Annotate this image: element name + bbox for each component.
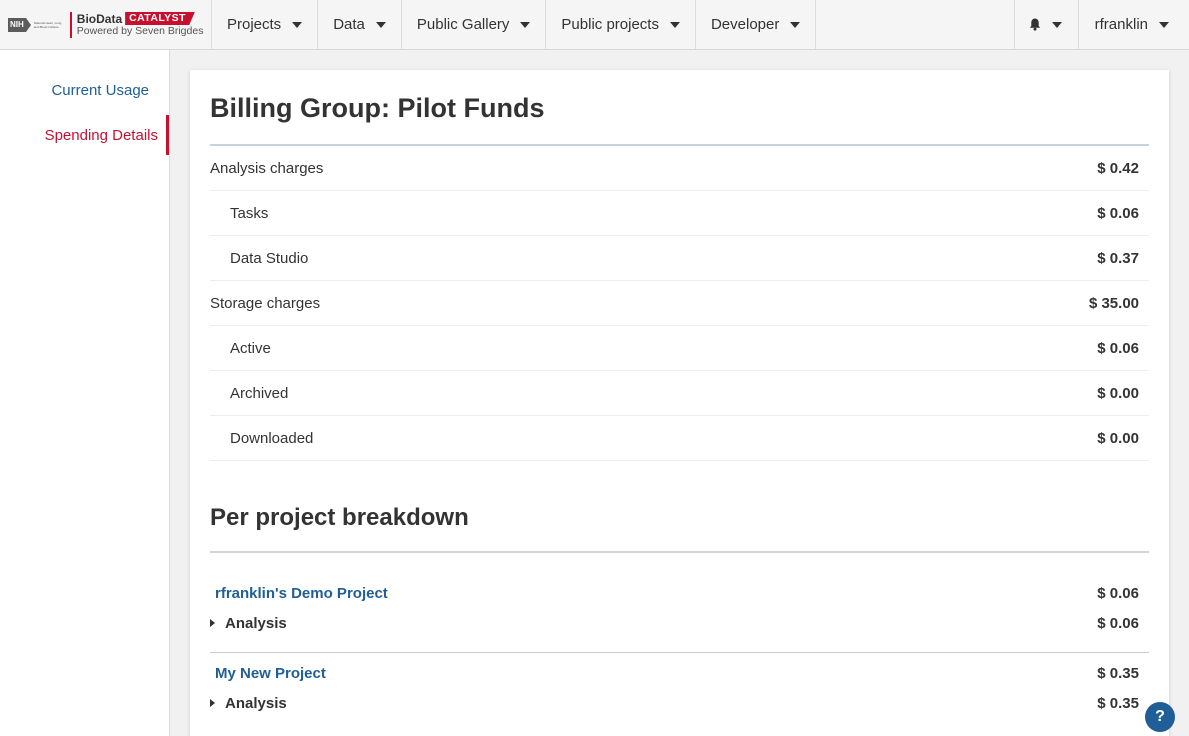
charge-row-analysis: Analysis charges $ 0.42 bbox=[210, 146, 1149, 191]
charge-row-downloaded: Downloaded $ 0.00 bbox=[210, 416, 1149, 461]
project-amount: $ 0.06 bbox=[1097, 584, 1139, 602]
brand-powered-by: Powered by Seven Brigdes bbox=[76, 25, 204, 37]
caret-down-icon bbox=[669, 21, 680, 28]
top-navbar: NIH National Heart, Lung, and Blood Inst… bbox=[0, 0, 1189, 50]
nav-developer[interactable]: Developer bbox=[696, 0, 817, 49]
page-title: Billing Group: Pilot Funds bbox=[210, 93, 545, 123]
brand-catalyst: CATALYST bbox=[125, 12, 195, 25]
nav-projects[interactable]: Projects bbox=[212, 0, 319, 49]
caret-right-icon bbox=[210, 699, 215, 707]
project-link[interactable]: My New Project bbox=[215, 665, 326, 682]
caret-down-icon bbox=[292, 21, 303, 28]
caret-down-icon bbox=[1051, 21, 1062, 28]
analysis-amount: $ 0.35 bbox=[1097, 694, 1139, 712]
project-block: My New Project $ 0.35 Analysis $ 0.35 bbox=[210, 658, 1149, 718]
charge-row-data-studio: Data Studio $ 0.37 bbox=[210, 236, 1149, 281]
brand-biodata: BioData bbox=[76, 11, 123, 26]
analysis-expander[interactable]: Analysis bbox=[210, 695, 287, 712]
caret-down-icon bbox=[375, 21, 386, 28]
project-amount: $ 0.35 bbox=[1097, 664, 1139, 682]
nih-logo: NIH National Heart, Lung, and Blood Inst… bbox=[8, 17, 66, 32]
divider bbox=[210, 551, 1149, 553]
nav-data[interactable]: Data bbox=[318, 0, 402, 49]
user-menu[interactable]: rfranklin bbox=[1079, 0, 1189, 49]
sidebar-item-current-usage[interactable]: Current Usage bbox=[51, 70, 169, 110]
section-title: Per project breakdown bbox=[210, 504, 469, 531]
notifications-menu[interactable] bbox=[1013, 0, 1079, 49]
caret-right-icon bbox=[210, 619, 215, 627]
charge-row-tasks: Tasks $ 0.06 bbox=[210, 191, 1149, 236]
help-button[interactable]: ? bbox=[1145, 702, 1175, 732]
caret-down-icon bbox=[520, 21, 531, 28]
caret-down-icon bbox=[790, 21, 801, 28]
nih-subtitle: National Heart, Lung, and Blood Institut… bbox=[33, 20, 63, 29]
main-card: Billing Group: Pilot Funds Analysis char… bbox=[190, 70, 1169, 736]
charges-list: Analysis charges $ 0.42 Tasks $ 0.06 Dat… bbox=[210, 146, 1149, 461]
bell-icon bbox=[1029, 18, 1040, 31]
analysis-expander[interactable]: Analysis bbox=[210, 615, 287, 632]
caret-down-icon bbox=[1159, 21, 1169, 28]
nav-public-projects[interactable]: Public projects bbox=[546, 0, 696, 49]
charge-row-storage: Storage charges $ 35.00 bbox=[210, 281, 1149, 326]
sidebar-item-spending-details[interactable]: Spending Details bbox=[45, 115, 169, 155]
divider bbox=[210, 652, 1149, 653]
charge-row-archived: Archived $ 0.00 bbox=[210, 371, 1149, 416]
analysis-amount: $ 0.06 bbox=[1097, 614, 1139, 632]
brand-logo[interactable]: NIH National Heart, Lung, and Blood Inst… bbox=[0, 0, 212, 49]
sidebar: Current Usage Spending Details bbox=[0, 50, 170, 736]
project-block: rfranklin's Demo Project $ 0.06 Analysis… bbox=[210, 578, 1149, 653]
nav-public-gallery[interactable]: Public Gallery bbox=[402, 0, 547, 49]
charge-row-active: Active $ 0.06 bbox=[210, 326, 1149, 371]
project-link[interactable]: rfranklin's Demo Project bbox=[215, 585, 388, 602]
